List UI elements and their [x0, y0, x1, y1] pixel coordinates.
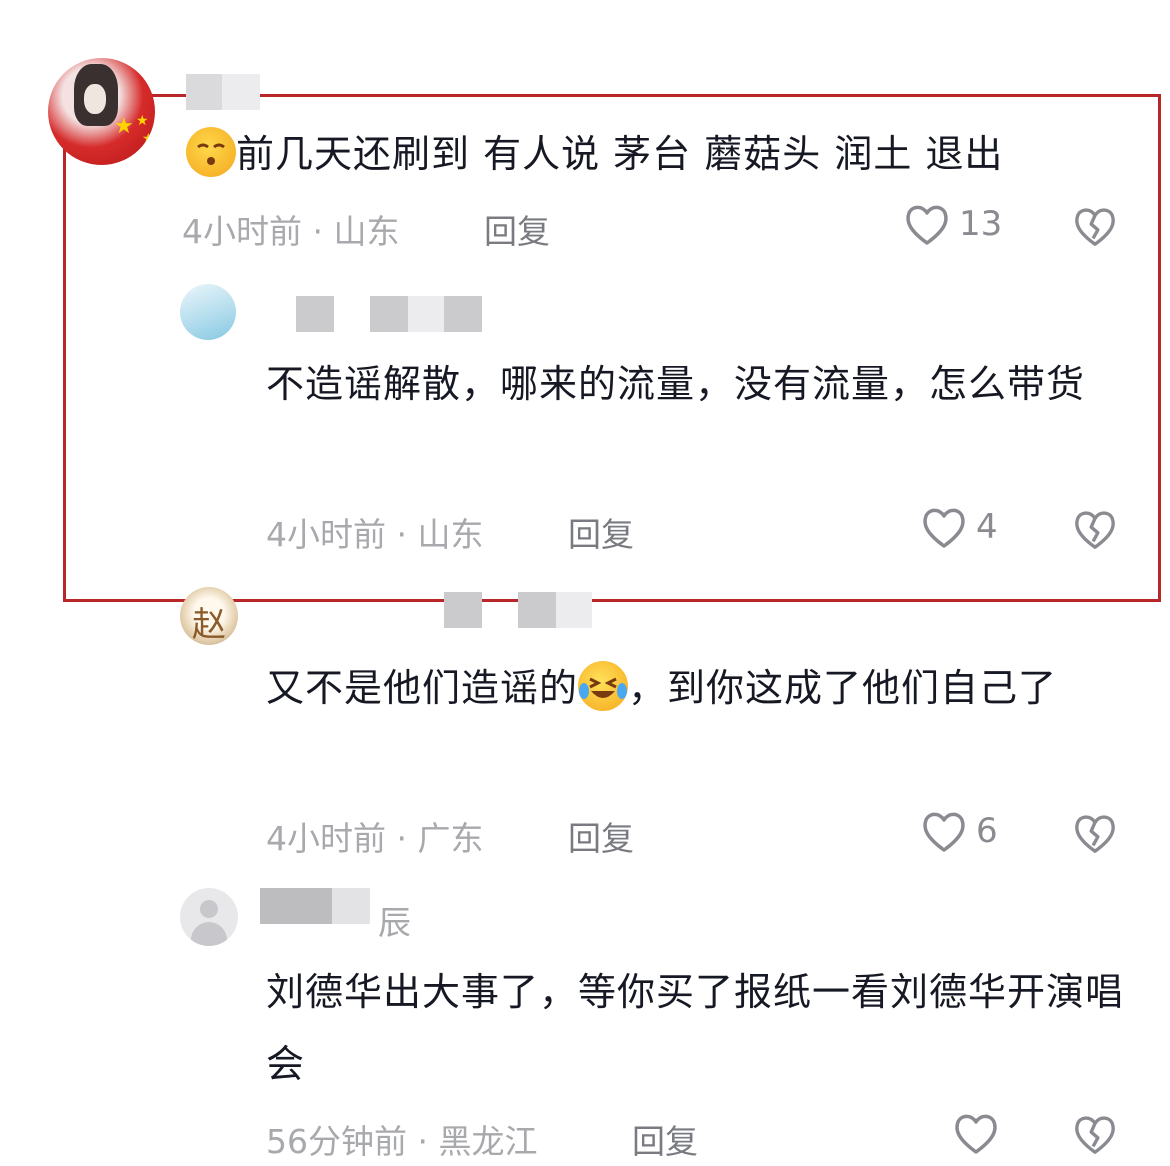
like-button[interactable]: 4: [920, 504, 998, 550]
comment-text: 刘德华出大事了，等你买了报纸一看刘德华开演唱会: [266, 970, 1125, 1086]
username-redacted: [260, 888, 332, 924]
heart-icon: [906, 205, 948, 245]
username-redacted: [370, 296, 408, 332]
comment-text: 不造谣解散，哪来的流量，没有流量，怎么带货: [266, 362, 1086, 406]
reply-button[interactable]: 回复: [568, 508, 634, 556]
username-redacted: [518, 592, 556, 628]
comment-text-part: ，到你这成了他们自己了: [628, 666, 1058, 710]
heart-icon: [955, 1114, 997, 1154]
username-redacted: [332, 888, 370, 924]
comment-text-part: 又不是他们造谣的: [266, 666, 579, 710]
username-redacted: [296, 296, 334, 332]
comment-time-location: 4小时前 · 广东: [266, 819, 484, 858]
laughing-crying-emoji-icon: [578, 661, 629, 711]
reply-button[interactable]: 回复: [484, 205, 550, 253]
comment-time-location: 4小时前 · 山东: [182, 212, 400, 251]
avatar[interactable]: [180, 888, 238, 946]
like-count: 6: [976, 811, 998, 851]
heart-icon: [923, 812, 965, 852]
like-button[interactable]: 13: [903, 201, 1002, 247]
comment-time-location: 4小时前 · 山东: [266, 515, 484, 554]
like-button[interactable]: 6: [920, 808, 998, 854]
username[interactable]: 辰: [378, 896, 411, 944]
comment-text: 又不是他们造谣的 ，到你这成了他们自己了: [266, 652, 1126, 724]
broken-heart-icon[interactable]: [1072, 203, 1118, 249]
username-redacted: [444, 296, 482, 332]
comment-text: 前几天还刷到 有人说 茅台 蘑菇头 润土 退出: [186, 118, 1003, 190]
username-redacted: [186, 74, 222, 110]
comment-time-location: 56分钟前 · 黑龙江: [266, 1122, 538, 1161]
reply-button[interactable]: 回复: [632, 1115, 698, 1163]
avatar-glyph: 赵: [192, 605, 226, 645]
comment-text-body: 前几天还刷到 有人说 茅台 蘑菇头 润土 退出: [236, 132, 1004, 176]
like-count: 13: [959, 204, 1003, 244]
avatar[interactable]: 赵: [180, 587, 238, 645]
heart-icon: [923, 508, 965, 548]
broken-heart-icon[interactable]: [1072, 1111, 1118, 1157]
avatar[interactable]: [180, 284, 236, 340]
broken-heart-icon[interactable]: [1072, 810, 1118, 856]
username-redacted: [222, 74, 260, 110]
broken-heart-icon[interactable]: [1072, 506, 1118, 552]
reply-button[interactable]: 回复: [568, 812, 634, 860]
username-redacted: [444, 592, 482, 628]
username-redacted: [556, 592, 592, 628]
like-count: 4: [976, 507, 998, 547]
like-button[interactable]: [952, 1110, 1000, 1156]
avatar[interactable]: ★ ★ ★ ★: [48, 58, 155, 165]
username-redacted: [408, 296, 444, 332]
sleepy-face-emoji-icon: [186, 127, 236, 177]
